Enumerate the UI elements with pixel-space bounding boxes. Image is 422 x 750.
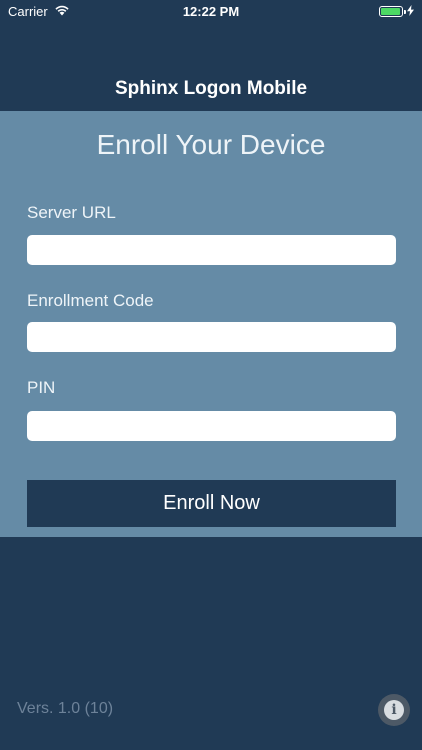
status-right	[379, 4, 414, 19]
info-button[interactable]: i	[378, 694, 410, 726]
enroll-now-button[interactable]: Enroll Now	[27, 480, 396, 527]
pin-label: PIN	[27, 378, 56, 397]
version-label: Vers. 1.0 (10)	[17, 700, 114, 717]
status-time: 12:22 PM	[182, 4, 240, 19]
enroll-heading: Enroll Your Device	[96, 129, 326, 160]
battery-tip	[404, 10, 406, 14]
enrollment-code-input[interactable]	[27, 322, 396, 352]
pin-input[interactable]	[27, 411, 396, 441]
battery-level	[381, 8, 400, 15]
server-url-input[interactable]	[27, 235, 396, 265]
info-icon: i	[384, 700, 404, 720]
server-url-label: Server URL	[27, 203, 116, 222]
enroll-panel: Enroll Your Device Server URL Enrollment…	[0, 111, 422, 537]
status-bar: Carrier 12:22 PM	[0, 0, 422, 22]
enrollment-code-label: Enrollment Code	[27, 291, 154, 310]
app-title: Sphinx Logon Mobile	[114, 78, 308, 99]
battery-icon	[379, 6, 406, 17]
lightning-icon	[407, 4, 414, 19]
